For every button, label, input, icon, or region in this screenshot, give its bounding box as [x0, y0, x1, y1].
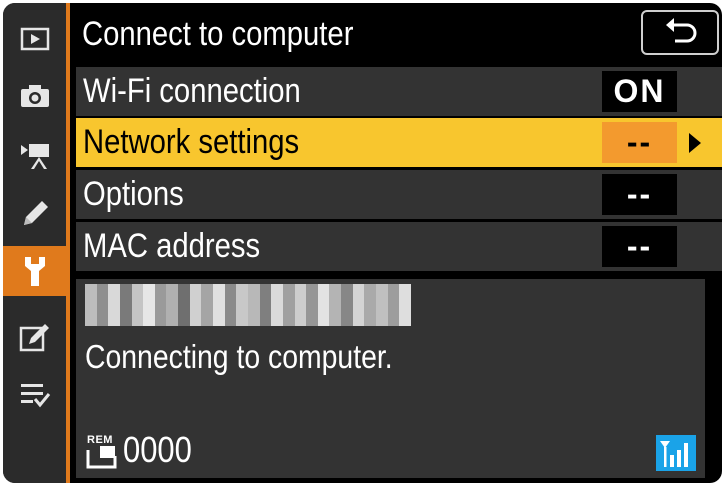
page-title: Connect to computer [82, 15, 354, 53]
card-remaining-icon: REM [85, 434, 121, 470]
setup-menu-icon[interactable] [3, 246, 66, 296]
obscured-network-name [85, 284, 411, 326]
menu-item-value: ON [602, 71, 677, 112]
submenu-arrow-icon [689, 133, 701, 153]
camera-screen: Connect to computer Wi-Fi connection ON … [3, 3, 722, 483]
menu-item-label: Wi-Fi connection [83, 72, 301, 110]
menu-item-mac-address[interactable]: MAC address -- [76, 222, 722, 271]
info-panel: Connecting to computer. REM 0000 [76, 279, 705, 478]
my-menu-icon[interactable] [3, 370, 66, 420]
remaining-shots: REM 0000 [85, 428, 203, 470]
menu-item-label: MAC address [83, 227, 261, 265]
menu-item-value: -- [602, 174, 677, 215]
menu-tab-rail [3, 3, 66, 483]
rail-divider [66, 3, 70, 483]
menu-item-wifi-connection[interactable]: Wi-Fi connection ON [76, 67, 722, 116]
back-button[interactable] [641, 10, 719, 55]
custom-settings-menu-icon[interactable] [3, 189, 66, 239]
photo-shooting-menu-icon[interactable] [3, 71, 66, 121]
playback-menu-icon[interactable] [3, 14, 66, 64]
connection-status-text: Connecting to computer. [85, 338, 393, 375]
menu-item-value: -- [602, 226, 677, 267]
menu-item-value: -- [602, 122, 677, 163]
remaining-count: 0000 [123, 429, 192, 470]
wifi-signal-strength-icon [656, 435, 696, 471]
menu-item-label: Network settings [83, 123, 300, 161]
movie-recording-menu-icon[interactable] [3, 131, 66, 181]
return-arrow-icon [663, 17, 697, 48]
retouch-menu-icon[interactable] [3, 312, 66, 362]
menu-item-network-settings[interactable]: Network settings -- [76, 118, 722, 167]
menu-item-options[interactable]: Options -- [76, 170, 722, 219]
menu-item-label: Options [83, 175, 184, 213]
